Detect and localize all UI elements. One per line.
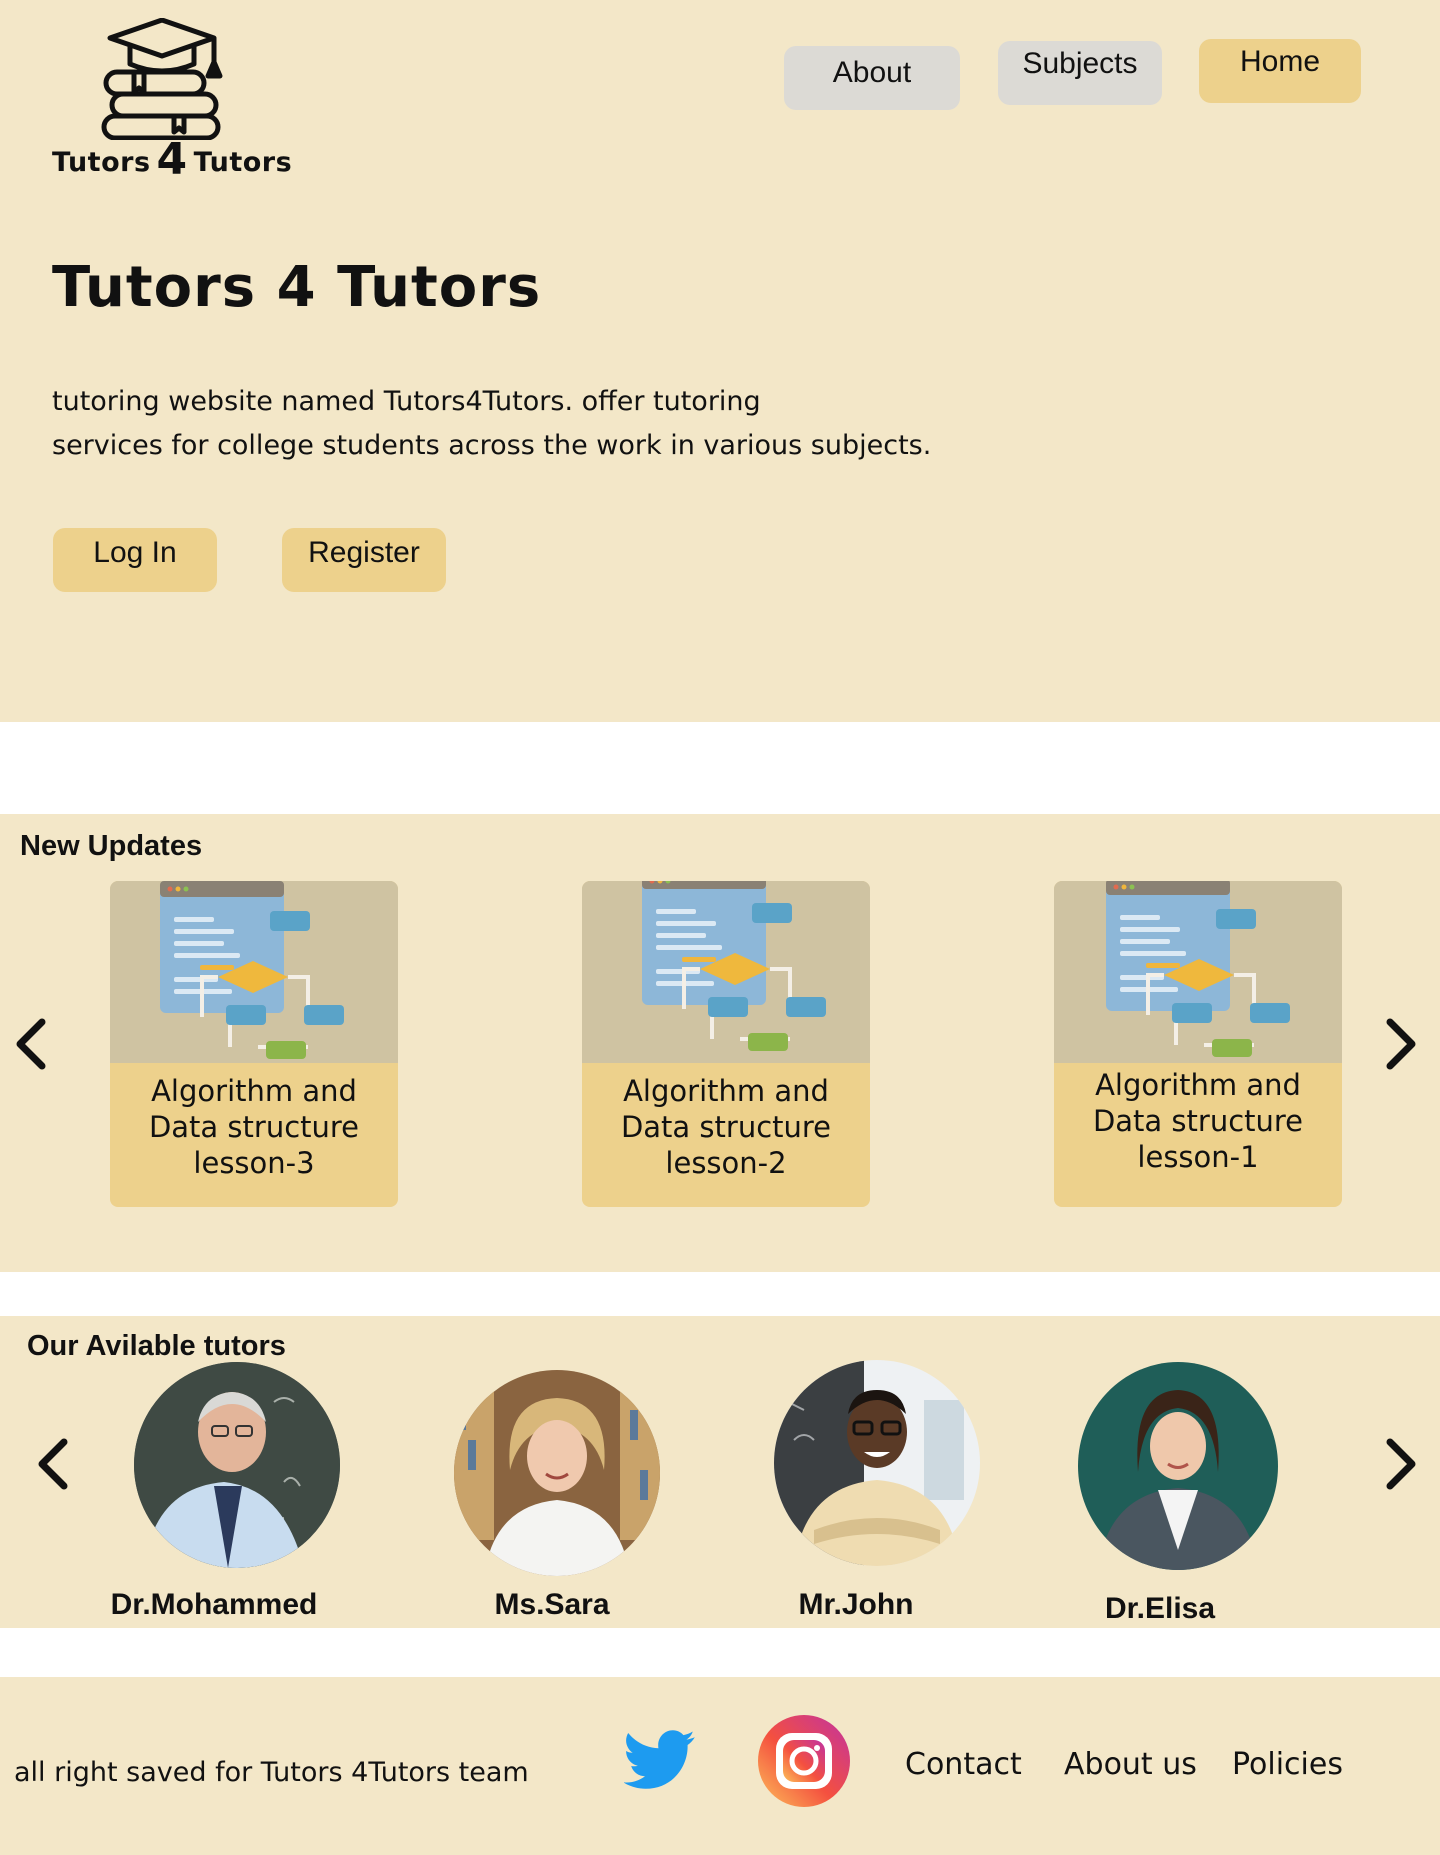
footer: all right saved for Tutors 4Tutors team … bbox=[0, 1677, 1440, 1855]
instagram-icon[interactable] bbox=[758, 1715, 850, 1807]
tutor-name: Dr.Elisa bbox=[1104, 1592, 1216, 1625]
card-label-line: Data structure bbox=[148, 1110, 360, 1144]
update-card[interactable]: Algorithm and Data structure lesson-3 bbox=[110, 881, 398, 1207]
twitter-icon[interactable] bbox=[624, 1729, 696, 1791]
card-label-line: Algorithm and bbox=[1095, 1068, 1301, 1102]
section-title-new-updates: New Updates bbox=[20, 830, 203, 862]
new-updates-section: New Updates Algorithm and Data structure bbox=[0, 814, 1440, 1272]
footer-link-about-us[interactable]: About us bbox=[1064, 1747, 1197, 1782]
tutors-next-arrow-icon[interactable] bbox=[1380, 1434, 1420, 1494]
update-card-label: Algorithm and Data structure lesson-3 bbox=[110, 1073, 398, 1181]
logo-text-right: Tutors bbox=[193, 147, 293, 178]
footer-link-policies[interactable]: Policies bbox=[1232, 1747, 1343, 1782]
logo-wordmark: Tutors 4 Tutors bbox=[52, 134, 292, 185]
tutors-section: Our Avilable tutors Dr.Mohammed Ms.Sara bbox=[0, 1316, 1440, 1628]
card-label-line: Data structure bbox=[620, 1110, 832, 1144]
tutor-name: Dr.Mohammed bbox=[110, 1588, 318, 1621]
teacher-photo bbox=[774, 1360, 980, 1566]
login-button[interactable]: Log In bbox=[53, 528, 217, 592]
update-card[interactable]: Algorithm and Data structure lesson-2 bbox=[582, 881, 870, 1207]
update-card-label: Algorithm and Data structure lesson-1 bbox=[1054, 1067, 1342, 1175]
tutor-name: Mr.John bbox=[798, 1588, 914, 1621]
card-label-line: lesson-1 bbox=[1137, 1140, 1259, 1174]
code-flowchart-icon bbox=[1106, 881, 1290, 1057]
tutor-avatar[interactable] bbox=[1078, 1362, 1278, 1570]
copyright-text: all right saved for Tutors 4Tutors team bbox=[14, 1757, 529, 1788]
card-label-line: Data structure bbox=[1092, 1104, 1304, 1138]
tutor-name: Ms.Sara bbox=[494, 1588, 610, 1621]
card-label-line: Algorithm and bbox=[623, 1074, 829, 1108]
carousel-next-arrow-icon[interactable] bbox=[1380, 1014, 1420, 1074]
nav-subjects-button[interactable]: Subjects bbox=[998, 41, 1162, 105]
card-label-line: lesson-2 bbox=[665, 1146, 787, 1180]
register-button[interactable]: Register bbox=[282, 528, 446, 592]
hero-section: Tutors 4 Tutors About Subjects Home Tutors… bbox=[0, 0, 1440, 722]
footer-link-contact[interactable]: Contact bbox=[905, 1747, 1022, 1782]
logo-text-number: 4 bbox=[156, 134, 188, 185]
hero-description-line-1: tutoring website named Tutors4Tutors. of… bbox=[52, 386, 761, 417]
hero-description: tutoring website named Tutors4Tutors. of… bbox=[52, 380, 952, 468]
section-title-tutors: Our Avilable tutors bbox=[27, 1330, 286, 1362]
tutor-avatar[interactable] bbox=[134, 1362, 340, 1568]
teacher-photo bbox=[134, 1362, 340, 1568]
update-card[interactable]: Algorithm and Data structure lesson-1 bbox=[1054, 881, 1342, 1207]
code-flowchart-icon bbox=[160, 881, 344, 1059]
flowchart-illustration bbox=[1054, 881, 1342, 1063]
code-flowchart-icon bbox=[642, 881, 826, 1051]
tutor-avatar[interactable] bbox=[454, 1370, 660, 1576]
flowchart-illustration bbox=[582, 881, 870, 1063]
hero-description-line-2: services for college students across the… bbox=[52, 430, 932, 461]
card-label-line: lesson-3 bbox=[193, 1146, 315, 1180]
page-title: Tutors 4 Tutors bbox=[52, 255, 542, 320]
nav-about-button[interactable]: About bbox=[784, 46, 960, 110]
carousel-prev-arrow-icon[interactable] bbox=[12, 1014, 52, 1074]
card-label-line: Algorithm and bbox=[151, 1074, 357, 1108]
tutor-avatar[interactable] bbox=[774, 1360, 980, 1566]
graduation-books-logo-icon bbox=[101, 18, 223, 140]
nav-home-button[interactable]: Home bbox=[1199, 39, 1361, 103]
teacher-photo bbox=[454, 1370, 660, 1576]
teacher-photo bbox=[1078, 1362, 1278, 1570]
update-card-label: Algorithm and Data structure lesson-2 bbox=[582, 1073, 870, 1181]
tutors-prev-arrow-icon[interactable] bbox=[34, 1434, 74, 1494]
logo-text-left: Tutors bbox=[52, 147, 151, 178]
flowchart-illustration bbox=[110, 881, 398, 1063]
